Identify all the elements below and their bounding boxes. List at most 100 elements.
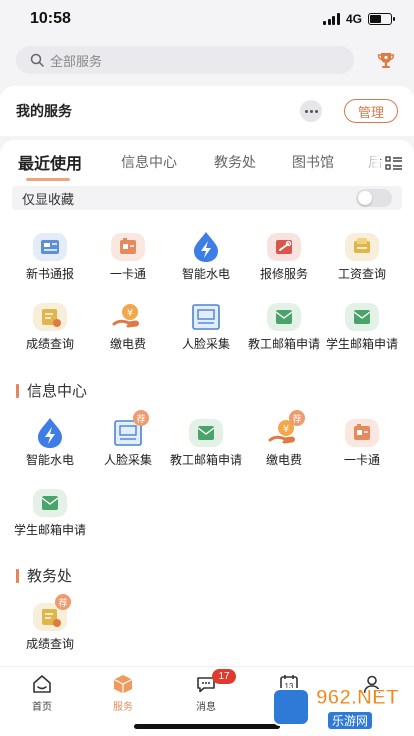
network-label: 4G [345, 12, 362, 26]
service-box-icon [113, 675, 133, 694]
service-item-utilities[interactable]: 智能水电 [170, 232, 242, 282]
favorites-toggle[interactable] [356, 189, 392, 207]
my-service-title: 我的服务 [16, 103, 72, 119]
section-title-info-center: 信息中心 [16, 380, 87, 401]
service-item-salary[interactable]: 工资查询 [326, 232, 398, 282]
home-indicator [134, 724, 280, 729]
tab-info-center[interactable]: 信息中心 [121, 152, 177, 172]
service-item-utilities[interactable]: 智能水电 [14, 418, 86, 468]
service-item-repair[interactable]: 报修服务 [248, 232, 320, 282]
status-time: 10:58 [30, 10, 71, 27]
nav-home[interactable]: 首页 [12, 673, 72, 713]
nav-label: 首页 [32, 702, 52, 713]
service-item-staff-mail[interactable]: 教工邮箱申请 [248, 302, 320, 352]
service-item-grades[interactable]: 荐 成绩查询 [14, 594, 86, 652]
service-item-label: 一卡通 [109, 267, 146, 281]
service-item-label: 学生邮箱申请 [326, 337, 399, 351]
campus-card-icon [345, 419, 379, 447]
mail-icon [267, 303, 301, 331]
category-tabs: 最近使用 信息中心 教务处 图书馆 后 [0, 146, 414, 184]
service-item-label: 报修服务 [259, 267, 308, 281]
service-item-label: 工资查询 [337, 267, 386, 281]
service-panel: 最近使用 信息中心 教务处 图书馆 后 仅显收藏 新书通报 一卡通 智能水电 报… [0, 140, 414, 666]
service-item-label: 缴电费 [109, 337, 146, 351]
search-placeholder: 全部服务 [50, 53, 103, 69]
mail-icon [189, 419, 223, 447]
service-item-label: 缴电费 [265, 453, 302, 467]
tab-recent[interactable]: 最近使用 [18, 150, 82, 174]
campus-card-icon [111, 233, 145, 261]
service-item-label: 成绩查询 [25, 337, 74, 351]
dot-icon [304, 109, 308, 113]
service-item-student-mail[interactable]: 学生邮箱申请 [326, 302, 398, 352]
section-marker [16, 383, 19, 398]
dot-icon [309, 109, 313, 113]
mail-icon [345, 303, 379, 331]
favorites-filter-label: 仅显收藏 [22, 191, 75, 207]
my-service-bar: 我的服务 管理 [0, 86, 414, 136]
nav-label: 服务 [113, 702, 133, 713]
repair-icon [267, 233, 301, 261]
recommended-badge: 荐 [55, 594, 71, 610]
service-item-campus-card[interactable]: 一卡通 [92, 232, 164, 282]
battery-icon [368, 13, 395, 25]
section-marker [16, 568, 19, 583]
service-item-label: 教工邮箱申请 [248, 337, 321, 351]
service-item-electricity-payment[interactable]: ¥ 缴电费 [92, 302, 164, 352]
service-item-staff-mail[interactable]: 教工邮箱申请 [170, 418, 242, 468]
service-item-label: 人脸采集 [181, 337, 230, 351]
service-item-label: 成绩查询 [25, 637, 74, 651]
payment-icon: ¥ [112, 304, 139, 328]
service-item-campus-card[interactable]: 一卡通 [326, 418, 398, 468]
status-indicators: 4G [323, 12, 395, 26]
nav-label: 消息 [196, 702, 216, 713]
service-item-face-capture[interactable]: 荐 人脸采集 [92, 410, 164, 468]
face-capture-icon [192, 304, 220, 330]
grade-icon [33, 303, 67, 331]
section-title-text: 教务处 [27, 568, 73, 585]
service-item-label: 新书通报 [25, 267, 74, 281]
favorites-filter-row: 仅显收藏 [12, 186, 402, 210]
trophy-icon[interactable] [376, 50, 396, 70]
site-watermark: 962.NET 乐游网 [272, 684, 408, 732]
unread-count-badge: 17 [212, 669, 236, 684]
service-item-label: 人脸采集 [103, 453, 152, 467]
search-input[interactable]: 全部服务 [16, 46, 354, 74]
service-item-face-capture[interactable]: 人脸采集 [170, 302, 242, 352]
signal-icon [323, 13, 340, 25]
newspaper-icon [33, 233, 67, 261]
service-item-electricity-payment[interactable]: ¥ 荐 缴电费 [248, 410, 320, 468]
mail-icon [33, 489, 67, 517]
nav-messages[interactable]: 17 消息 [176, 669, 236, 713]
status-bar: 10:58 4G [0, 0, 414, 38]
service-item-label: 一卡通 [343, 453, 380, 467]
utility-bolt-icon [38, 418, 62, 448]
dot-icon [314, 109, 318, 113]
watermark-main-text: 962.NET [316, 686, 400, 710]
svg-text:¥: ¥ [283, 424, 289, 435]
service-item-label: 学生邮箱申请 [14, 523, 87, 537]
manage-button[interactable]: 管理 [344, 99, 398, 123]
tab-academic-affairs[interactable]: 教务处 [214, 152, 256, 172]
service-item-label: 教工邮箱申请 [170, 453, 243, 467]
active-tab-indicator [26, 178, 70, 181]
service-item-student-mail[interactable]: 学生邮箱申请 [14, 488, 86, 538]
tab-library[interactable]: 图书馆 [292, 152, 334, 172]
service-item-label: 智能水电 [25, 453, 74, 467]
service-item-new-books[interactable]: 新书通报 [14, 232, 86, 282]
svg-text:¥: ¥ [127, 308, 133, 319]
section-title-academic-affairs: 教务处 [16, 565, 72, 586]
nav-services[interactable]: 服务 [93, 673, 153, 713]
home-icon [33, 675, 51, 693]
service-item-grades[interactable]: 成绩查询 [14, 302, 86, 352]
section-title-text: 信息中心 [27, 383, 88, 400]
recommended-badge: 荐 [289, 410, 305, 426]
utility-bolt-icon [194, 232, 218, 262]
more-options-button[interactable] [300, 100, 322, 122]
list-layout-icon[interactable] [384, 154, 404, 174]
recommended-badge: 荐 [133, 410, 149, 426]
search-icon [30, 53, 44, 67]
service-item-label: 智能水电 [181, 267, 230, 281]
tab-fade [356, 148, 380, 178]
watermark-logo-icon [272, 688, 310, 726]
